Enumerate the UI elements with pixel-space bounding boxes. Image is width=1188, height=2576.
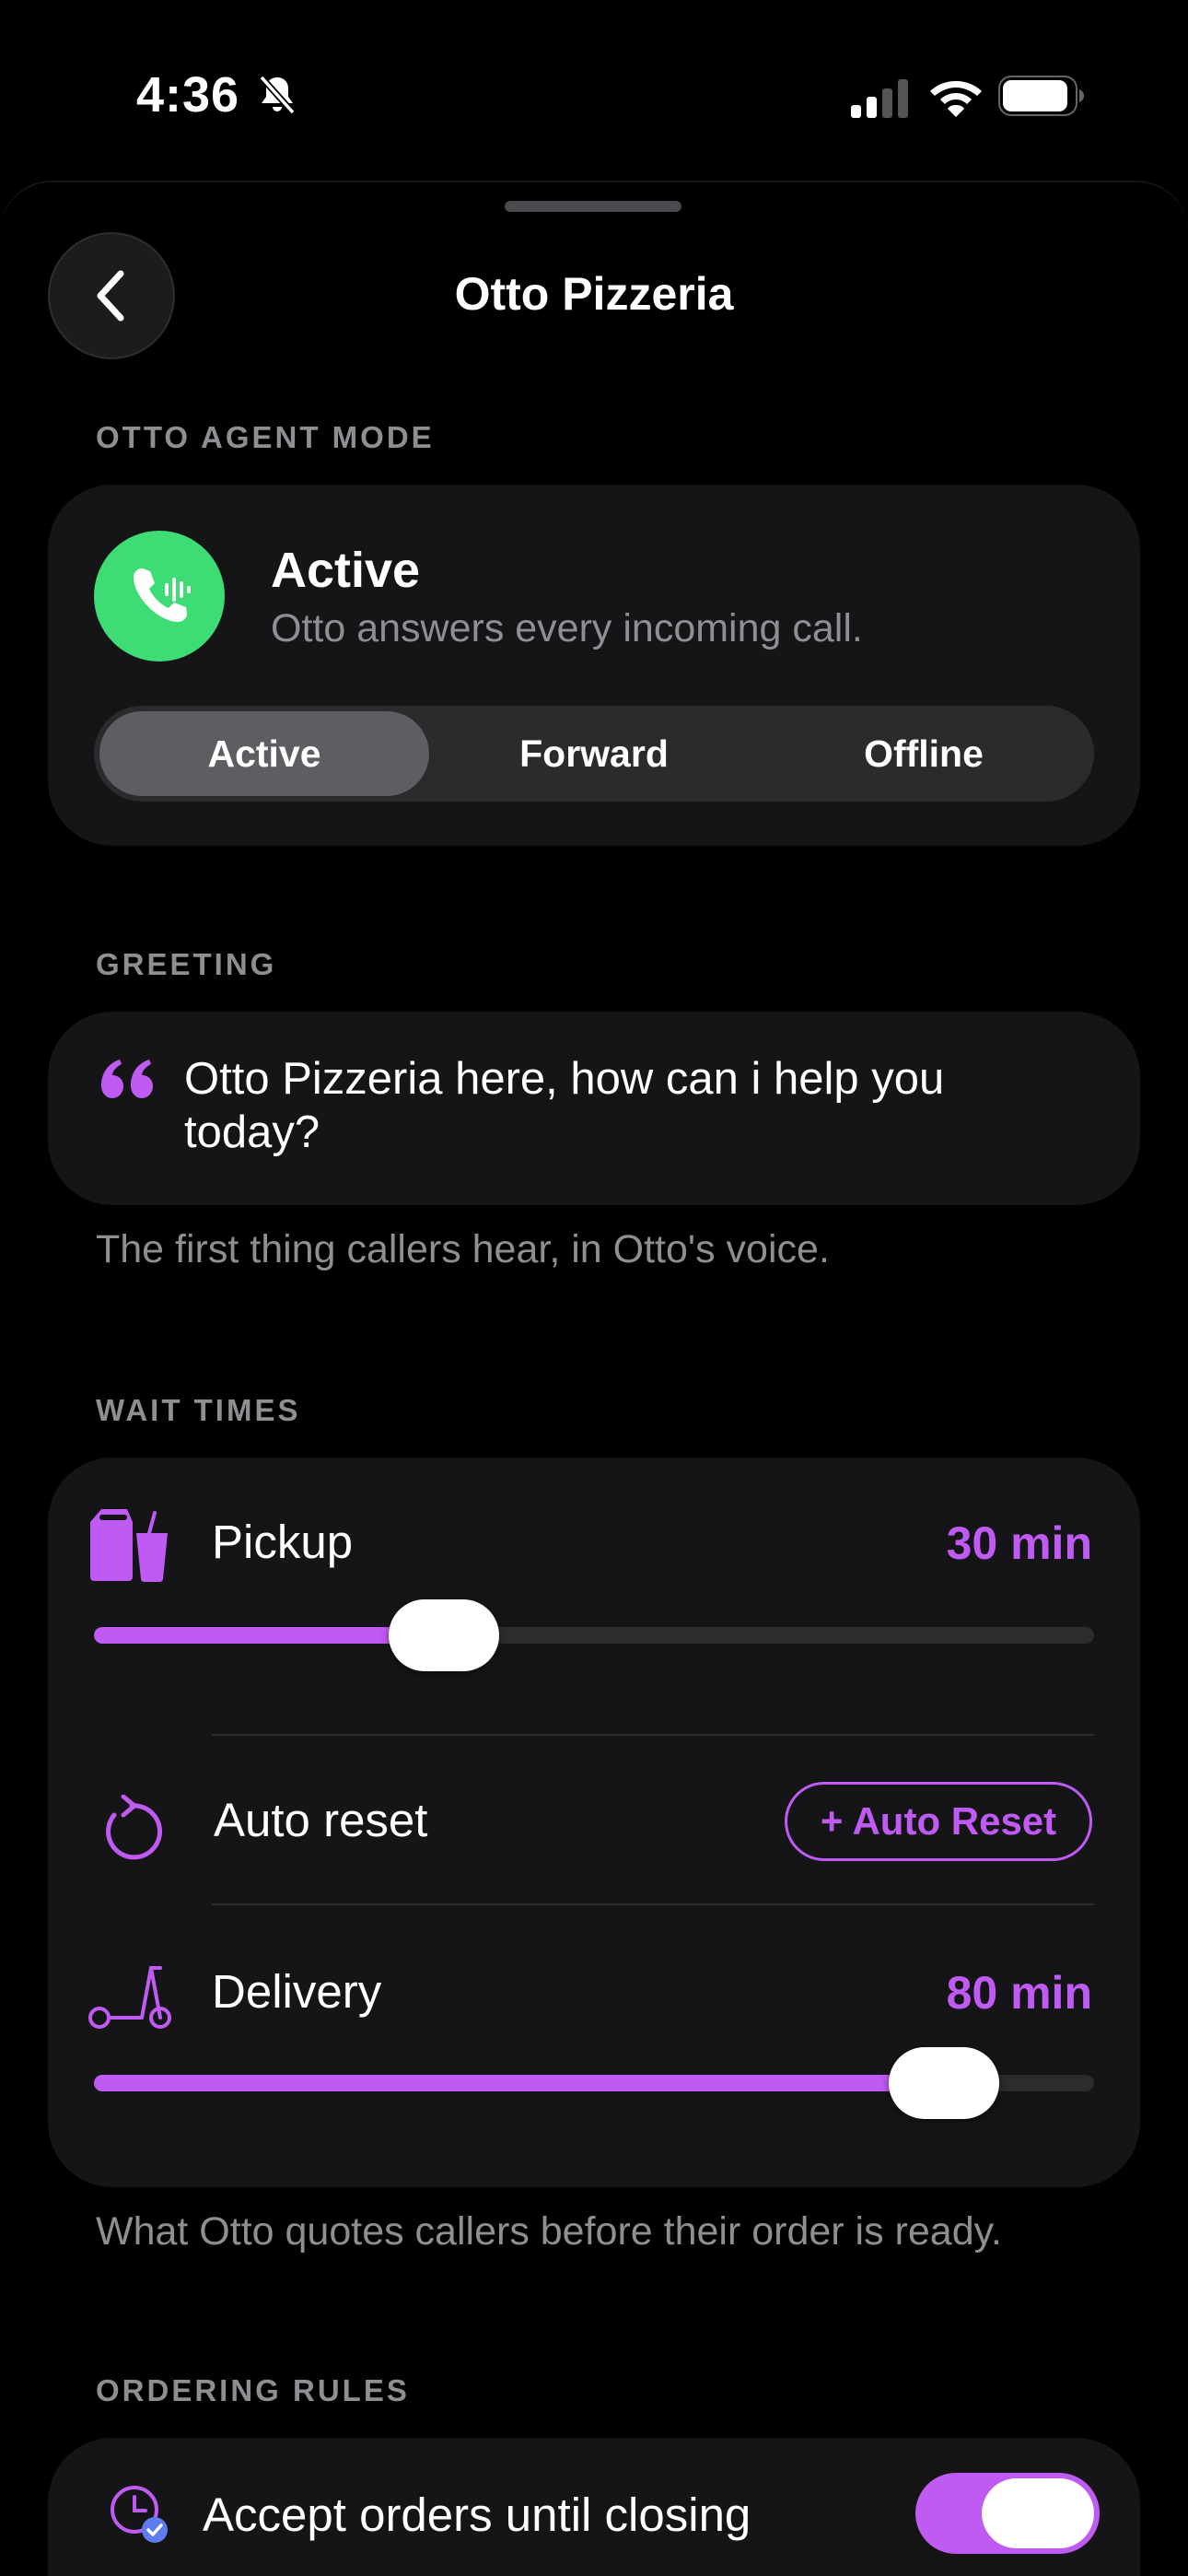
- accept-orders-toggle[interactable]: [915, 2473, 1100, 2554]
- cellular-signal-icon: [851, 79, 908, 118]
- page-title: Otto Pizzeria: [454, 268, 734, 320]
- delivery-label: Delivery: [212, 1965, 382, 2018]
- clock-check-icon: [111, 2486, 168, 2543]
- phone-voice-icon: [134, 568, 191, 622]
- add-auto-reset-button[interactable]: + Auto Reset: [785, 1782, 1092, 1861]
- mode-status-title: Active: [271, 543, 421, 598]
- delivery-slider-fill: [94, 2075, 945, 2091]
- pickup-slider-thumb[interactable]: [389, 1599, 500, 1671]
- agent-mode-segmented-control: Active Forward Offline: [94, 706, 1094, 802]
- ordering-rules-section-label: ORDERING RULES: [96, 2373, 410, 2407]
- greeting-caption: The first thing callers hear, in Otto's …: [96, 1227, 830, 1271]
- accept-orders-label: Accept orders until closing: [203, 2488, 751, 2541]
- ordering-rules-card: Accept orders until closing: [48, 2438, 1140, 2576]
- quote-icon: [101, 1060, 153, 1098]
- agent-mode-card: Active Otto answers every incoming call.…: [48, 485, 1140, 846]
- auto-reset-label: Auto reset: [214, 1794, 428, 1846]
- pickup-bag-icon: [90, 1509, 168, 1583]
- delivery-slider[interactable]: [94, 2047, 1094, 2119]
- segment-active[interactable]: Active: [99, 711, 429, 796]
- segment-forward[interactable]: Forward: [429, 711, 759, 796]
- pickup-slider[interactable]: [94, 1599, 1094, 1671]
- battery-icon: [998, 76, 1084, 116]
- pickup-label: Pickup: [212, 1516, 354, 1568]
- bell-muted-icon: [259, 75, 296, 115]
- wait-times-caption: What Otto quotes callers before their or…: [96, 2209, 1002, 2254]
- greeting-section-label: GREETING: [96, 947, 277, 981]
- greeting-card[interactable]: Otto Pizzeria here, how can i help you t…: [48, 1012, 1140, 1205]
- scooter-icon: [88, 1966, 171, 2029]
- divider: [212, 1903, 1094, 1905]
- delivery-slider-thumb[interactable]: [889, 2047, 1000, 2119]
- mode-status-description: Otto answers every incoming call.: [271, 606, 863, 650]
- status-indicator: [94, 531, 225, 662]
- wait-times-section-label: WAIT TIMES: [96, 1393, 301, 1427]
- greeting-text: Otto Pizzeria here, how can i help you t…: [184, 1054, 945, 1157]
- segment-offline[interactable]: Offline: [759, 711, 1089, 796]
- wait-times-card: Pickup 30 min Auto reset + Auto Reset De…: [48, 1458, 1140, 2187]
- agent-mode-section-label: OTTO AGENT MODE: [96, 420, 435, 454]
- screen: 4:36 Otto Pizzeria OTTO AGENT MODE Activ…: [0, 0, 1188, 2576]
- pickup-value: 30 min: [946, 1517, 1092, 1569]
- wifi-icon: [930, 81, 982, 117]
- divider: [212, 1734, 1094, 1736]
- status-time: 4:36: [136, 67, 240, 123]
- toggle-knob: [982, 2478, 1094, 2548]
- delivery-value: 80 min: [946, 1967, 1092, 2019]
- sheet-grabber[interactable]: [505, 201, 681, 212]
- reset-arrow-icon: [106, 1795, 162, 1860]
